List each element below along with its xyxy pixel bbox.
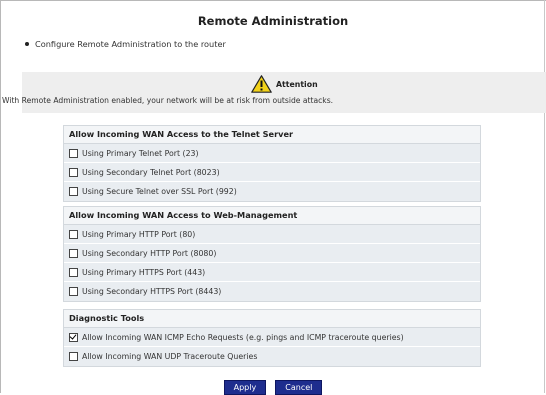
bullet-icon <box>25 41 29 46</box>
attention-box <box>22 72 546 113</box>
web-section-heading: Allow Incoming WAN Access to Web-Managem… <box>64 207 480 225</box>
diag-section-heading: Diagnostic Tools <box>64 310 480 328</box>
option-label: Using Primary Telnet Port (23) <box>82 149 199 158</box>
telnet-access-panel: Allow Incoming WAN Access to the Telnet … <box>63 125 481 202</box>
attention-title: Attention <box>276 80 318 89</box>
intro-text: Configure Remote Administration to the r… <box>35 39 226 49</box>
right-divider <box>544 0 545 393</box>
option-label: Using Secure Telnet over SSL Port (992) <box>82 187 237 196</box>
page-title: Remote Administration <box>197 14 349 28</box>
action-bar: Apply Cancel <box>0 375 546 395</box>
option-row: Using Secondary HTTP Port (8080) <box>64 244 480 263</box>
option-row: Using Secondary HTTPS Port (8443) <box>64 282 480 301</box>
option-row: Using Primary Telnet Port (23) <box>64 144 480 163</box>
checkbox-primary-http[interactable] <box>69 229 78 239</box>
checkbox-secondary-telnet[interactable] <box>69 167 78 177</box>
warning-icon <box>251 75 272 93</box>
checkbox-secondary-http[interactable] <box>69 248 78 258</box>
telnet-section-heading: Allow Incoming WAN Access to the Telnet … <box>64 126 480 144</box>
option-row: Allow Incoming WAN ICMP Echo Requests (e… <box>64 328 480 347</box>
attention-message: With Remote Administration enabled, your… <box>2 96 334 105</box>
intro-bullet-item: Configure Remote Administration to the r… <box>25 39 226 49</box>
option-label: Allow Incoming WAN UDP Traceroute Querie… <box>82 352 258 361</box>
web-management-panel: Allow Incoming WAN Access to Web-Managem… <box>63 206 481 302</box>
option-row: Using Primary HTTP Port (80) <box>64 225 480 244</box>
option-label: Using Secondary Telnet Port (8023) <box>82 168 220 177</box>
option-label: Allow Incoming WAN ICMP Echo Requests (e… <box>82 333 404 342</box>
option-label: Using Secondary HTTPS Port (8443) <box>82 287 222 296</box>
diagnostic-tools-panel: Diagnostic Tools Allow Incoming WAN ICMP… <box>63 309 481 367</box>
checkbox-primary-telnet[interactable] <box>69 148 78 158</box>
option-row: Using Secure Telnet over SSL Port (992) <box>64 182 480 201</box>
option-row: Using Secondary Telnet Port (8023) <box>64 163 480 182</box>
checkbox-secondary-https[interactable] <box>69 286 78 296</box>
checkbox-primary-https[interactable] <box>69 267 78 277</box>
checkbox-icmp-echo[interactable] <box>69 332 78 342</box>
option-label: Using Secondary HTTP Port (8080) <box>82 249 217 258</box>
option-row: Using Primary HTTPS Port (443) <box>64 263 480 282</box>
checkbox-secure-telnet[interactable] <box>69 186 78 196</box>
option-label: Using Primary HTTPS Port (443) <box>82 268 206 277</box>
option-row: Allow Incoming WAN UDP Traceroute Querie… <box>64 347 480 366</box>
checkbox-udp-traceroute[interactable] <box>69 351 78 361</box>
option-label: Using Primary HTTP Port (80) <box>82 230 196 239</box>
